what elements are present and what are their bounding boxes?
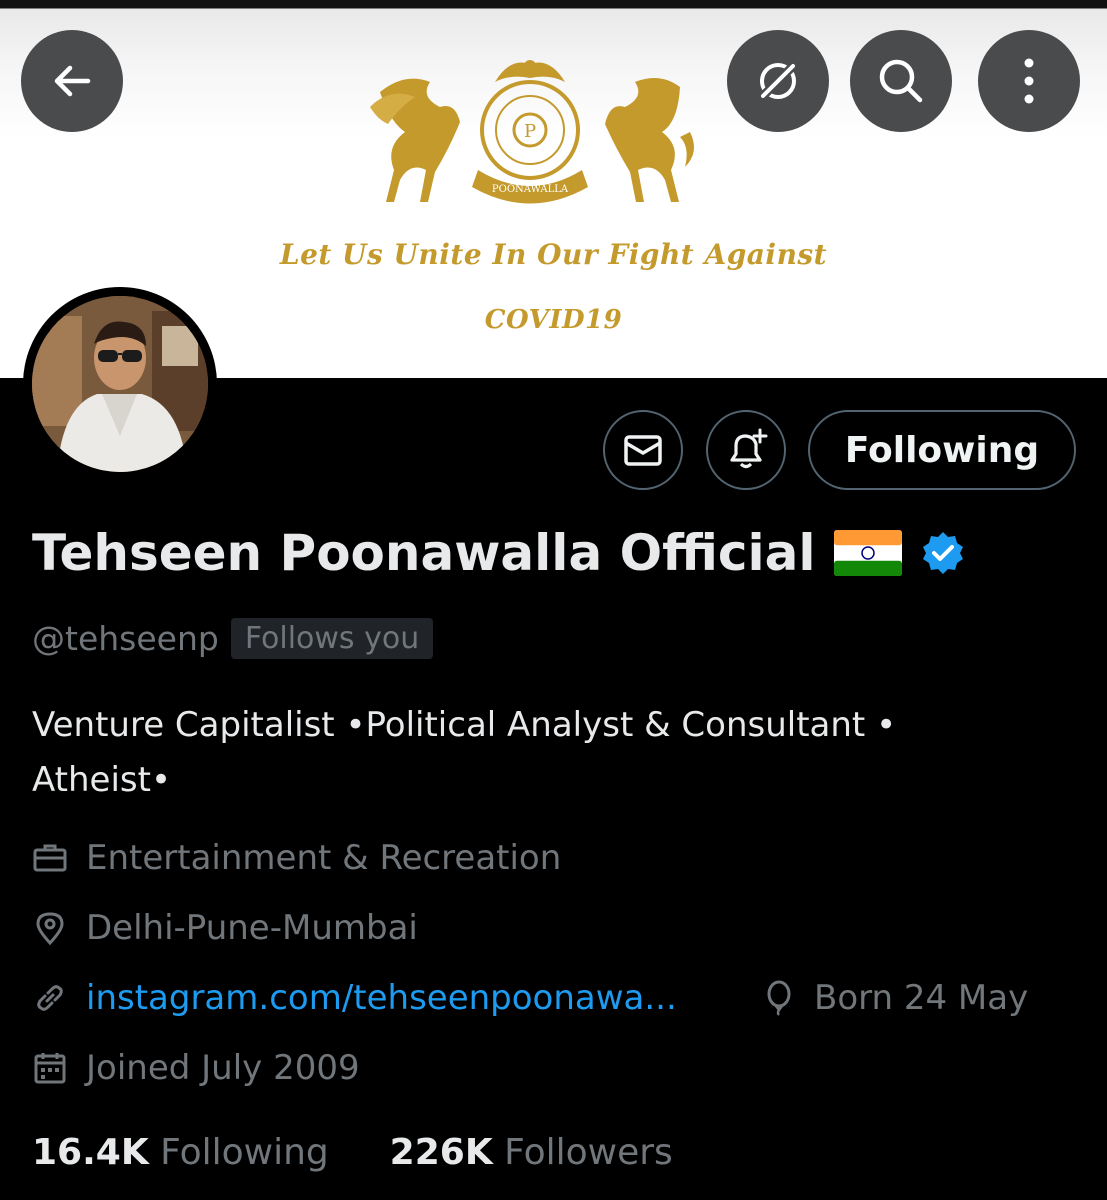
search-icon bbox=[879, 59, 923, 103]
grok-icon bbox=[757, 60, 799, 102]
more-vertical-icon bbox=[1024, 58, 1034, 104]
following-button[interactable]: Following bbox=[808, 410, 1076, 490]
following-stat[interactable]: 16.4K Following bbox=[32, 1132, 329, 1173]
location-pin-icon bbox=[36, 912, 64, 946]
category-text: Entertainment & Recreation bbox=[86, 838, 562, 878]
bio-line: Atheist• bbox=[32, 760, 172, 800]
bell-plus-icon bbox=[730, 428, 768, 469]
grok-button[interactable] bbox=[727, 30, 829, 132]
location-row: Delhi-Pune-Mumbai bbox=[32, 908, 418, 948]
website-row[interactable]: instagram.com/tehseenpoonawa... bbox=[32, 978, 677, 1018]
follow-stats: 16.4K Following 226K Followers bbox=[32, 1132, 673, 1173]
profile-name: Tehseen Poonawalla Official bbox=[32, 524, 966, 582]
bio-line: Venture Capitalist •Political Analyst & … bbox=[32, 705, 897, 745]
envelope-icon bbox=[624, 435, 662, 466]
joined-row: Joined July 2009 bbox=[32, 1048, 360, 1088]
username-handle: @tehseenp bbox=[32, 619, 219, 658]
followers-count: 226K bbox=[389, 1132, 493, 1173]
category-row: Entertainment & Recreation bbox=[32, 838, 561, 878]
notifications-button[interactable] bbox=[706, 410, 786, 490]
profile-bio: Venture Capitalist •Political Analyst & … bbox=[32, 698, 1072, 808]
calendar-icon bbox=[34, 1053, 66, 1084]
birthday-row: Born 24 May bbox=[762, 978, 1028, 1018]
location-text: Delhi-Pune-Mumbai bbox=[86, 908, 418, 948]
profile-avatar[interactable] bbox=[23, 287, 217, 481]
briefcase-icon bbox=[33, 844, 67, 872]
display-name: Tehseen Poonawalla Official bbox=[32, 524, 816, 582]
message-button[interactable] bbox=[603, 410, 683, 490]
followers-stat[interactable]: 226K Followers bbox=[390, 1132, 673, 1173]
link-icon bbox=[37, 985, 63, 1011]
birthday-text: Born 24 May bbox=[814, 978, 1029, 1018]
back-arrow-icon bbox=[54, 65, 91, 97]
back-button[interactable] bbox=[21, 30, 123, 132]
website-link[interactable]: instagram.com/tehseenpoonawa... bbox=[86, 978, 677, 1018]
balloon-icon bbox=[767, 980, 791, 1016]
joined-text: Joined July 2009 bbox=[86, 1048, 360, 1088]
banner-slogan-line1: Let Us Unite In Our Fight Against bbox=[279, 238, 828, 271]
more-options-button[interactable] bbox=[978, 30, 1080, 132]
followers-label: Followers bbox=[504, 1132, 673, 1173]
verified-badge-icon[interactable] bbox=[920, 530, 966, 576]
svg-text:POONAWALLA: POONAWALLA bbox=[492, 184, 569, 195]
india-flag-icon bbox=[833, 530, 902, 576]
following-label: Following bbox=[160, 1132, 329, 1173]
avatar-photo bbox=[32, 296, 208, 472]
svg-text:P: P bbox=[524, 121, 536, 142]
search-button[interactable] bbox=[850, 30, 952, 132]
follows-you-badge: Follows you bbox=[230, 618, 434, 659]
handle-row: @tehseenp Follows you bbox=[32, 618, 434, 659]
following-count: 16.4K bbox=[32, 1132, 149, 1173]
poonawalla-crest-logo: P POONAWALLA bbox=[370, 60, 694, 204]
